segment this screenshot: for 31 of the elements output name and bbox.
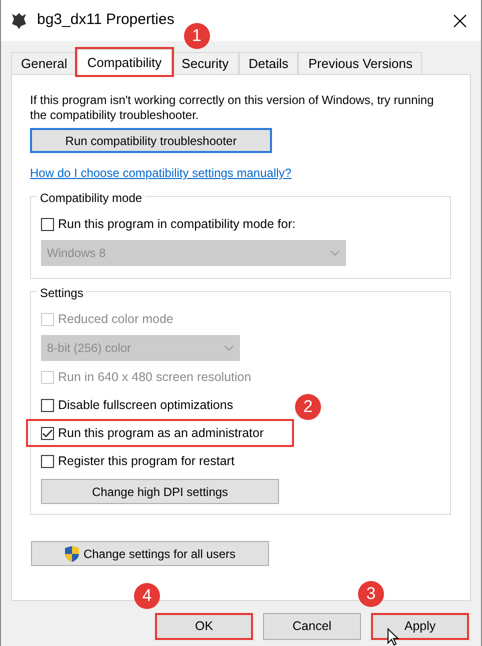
- change-settings-all-users-button[interactable]: Change settings for all users: [31, 541, 269, 566]
- dialog-button[interactable]: Apply: [371, 613, 469, 640]
- chevron-down-icon: [224, 345, 234, 351]
- dialog-button[interactable]: OK: [155, 613, 253, 640]
- checkbox[interactable]: Disable fullscreen optimizations: [39, 391, 236, 419]
- dialog-button[interactable]: Cancel: [263, 613, 361, 640]
- checkmark-icon: [42, 428, 53, 438]
- tab[interactable]: Security: [172, 52, 239, 74]
- app-icon: [9, 10, 29, 30]
- window-title: bg3_dx11 Properties: [37, 10, 174, 30]
- shield-icon: [64, 544, 80, 562]
- help-link[interactable]: How do I choose compatibility settings manually?: [30, 166, 292, 180]
- tab[interactable]: Compatibility: [77, 49, 172, 75]
- tab[interactable]: General: [11, 52, 78, 74]
- troubleshooter-button[interactable]: Run compatibility troubleshooter: [30, 128, 272, 153]
- close-icon[interactable]: [453, 14, 467, 28]
- checkbox: Reduced color mode: [39, 305, 176, 333]
- tab[interactable]: Details: [238, 52, 298, 74]
- mouse-cursor-icon: [387, 628, 399, 646]
- callout-badge: 2: [295, 394, 321, 420]
- callout-badge: 4: [134, 583, 160, 609]
- dropdown: Windows 8: [41, 240, 346, 266]
- checkbox[interactable]: Register this program for restart: [39, 447, 236, 475]
- checkbox[interactable]: Run this program as an administrator: [26, 419, 294, 447]
- intro-text: If this program isn't working correctly on this version of Windows, try running the compatibility troubleshooter.: [30, 93, 435, 123]
- change-dpi-button[interactable]: Change high DPI settings: [41, 479, 279, 504]
- dropdown: 8-bit (256) color: [41, 335, 240, 361]
- chevron-down-icon: [330, 250, 340, 256]
- checkbox[interactable]: Run this program in compatibility mode for:: [39, 210, 298, 238]
- tab[interactable]: Previous Versions: [298, 52, 422, 74]
- checkbox: Run in 640 x 480 screen resolution: [39, 363, 254, 391]
